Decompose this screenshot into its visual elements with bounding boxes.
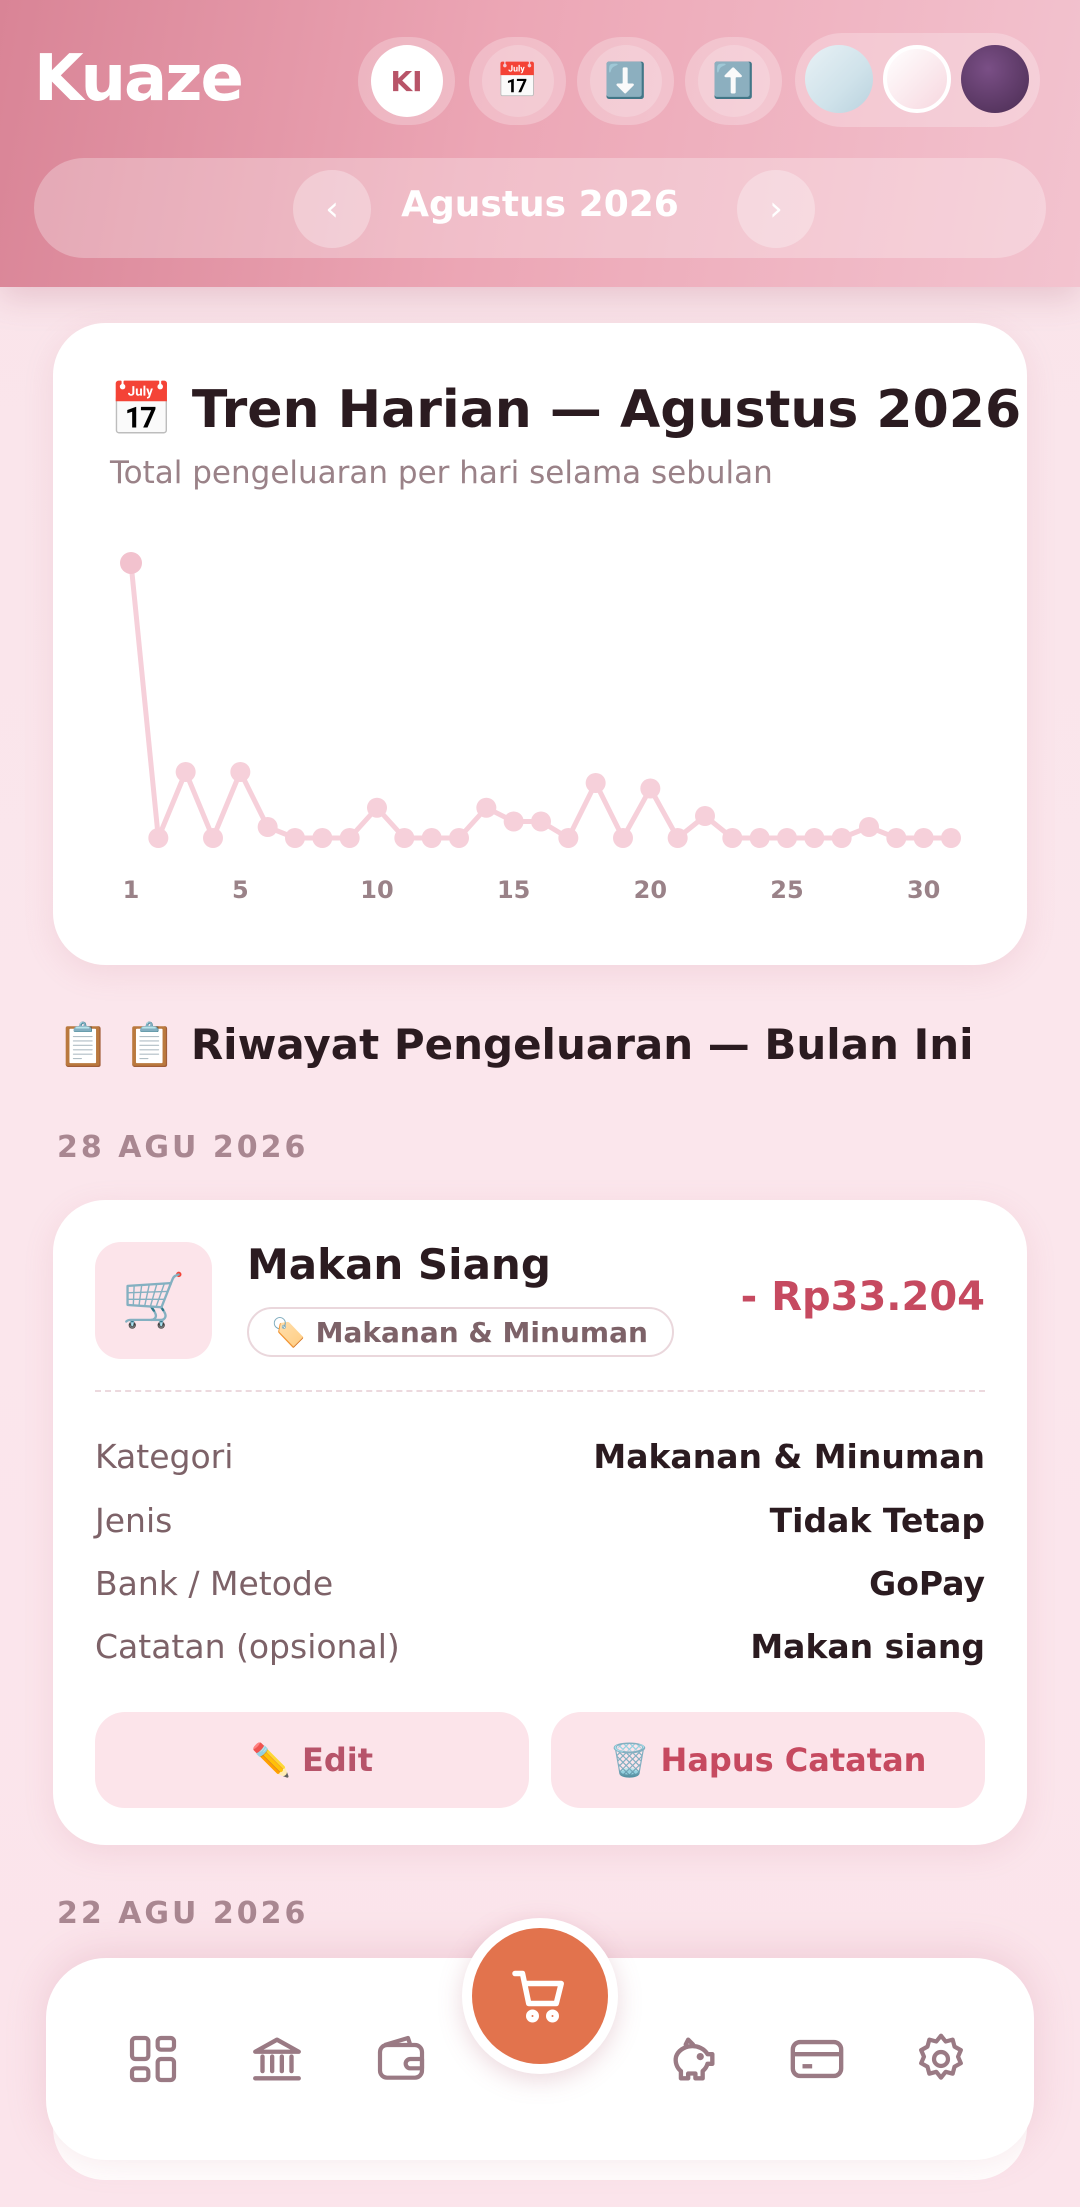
data-point[interactable] bbox=[257, 817, 278, 837]
data-point[interactable] bbox=[503, 811, 524, 832]
data-point[interactable] bbox=[941, 828, 961, 848]
app-logo[interactable]: Kuaze bbox=[34, 42, 244, 116]
app-root: Kuaze KI 📅 ⬇️ ⬆️ ‹ Agustus 2026 › 📅 Tren… bbox=[0, 0, 1080, 2207]
data-point[interactable] bbox=[120, 552, 142, 574]
data-point[interactable] bbox=[421, 828, 442, 848]
detail-row-note: Catatan (opsional) Makan siang bbox=[95, 1627, 985, 1673]
delete-button[interactable]: 🗑️ Hapus Catatan bbox=[551, 1712, 985, 1808]
detail-row-category: Kategori Makanan & Minuman bbox=[95, 1437, 985, 1483]
download-button[interactable]: ⬇️ bbox=[577, 37, 674, 125]
bank-icon[interactable] bbox=[242, 2024, 312, 2094]
data-point[interactable] bbox=[476, 797, 497, 818]
date-group-label: 22 AGU 2026 bbox=[57, 1896, 309, 1931]
detail-value: GoPay bbox=[869, 1564, 985, 1603]
theme-swatch-light-blue[interactable] bbox=[805, 45, 873, 113]
transaction-amount: - Rp33.204 bbox=[740, 1274, 985, 1320]
upload-icon: ⬆️ bbox=[697, 45, 770, 117]
theme-swatch-pink[interactable] bbox=[883, 45, 951, 113]
detail-value: Tidak Tetap bbox=[769, 1501, 985, 1540]
piggy-bank-icon[interactable] bbox=[658, 2024, 728, 2094]
detail-row-method: Bank / Metode GoPay bbox=[95, 1564, 985, 1610]
calendar-button[interactable]: 📅 bbox=[469, 37, 566, 125]
x-tick-label: 10 bbox=[360, 876, 393, 904]
data-point[interactable] bbox=[148, 828, 169, 848]
data-point[interactable] bbox=[667, 828, 688, 848]
data-point[interactable] bbox=[777, 828, 797, 848]
data-point[interactable] bbox=[886, 828, 907, 848]
data-point[interactable] bbox=[339, 828, 360, 848]
download-icon: ⬇️ bbox=[589, 45, 662, 117]
detail-value: Makanan & Minuman bbox=[593, 1437, 985, 1476]
data-point[interactable] bbox=[394, 828, 415, 848]
theme-switcher bbox=[795, 33, 1040, 127]
daily-trend-chart: 1 5 10 15 20 25 30 bbox=[120, 552, 961, 904]
detail-value: Makan siang bbox=[750, 1627, 985, 1666]
data-point[interactable] bbox=[531, 811, 551, 832]
detail-key: Catatan (opsional) bbox=[95, 1627, 400, 1666]
month-label: Agustus 2026 bbox=[401, 184, 679, 225]
data-point[interactable] bbox=[585, 773, 606, 793]
month-navigator: ‹ Agustus 2026 › bbox=[34, 158, 1046, 258]
x-tick-label: 1 bbox=[123, 876, 140, 904]
data-point[interactable] bbox=[859, 817, 879, 837]
cart-icon: 🛒 bbox=[95, 1242, 212, 1359]
detail-row-type: Jenis Tidak Tetap bbox=[95, 1501, 985, 1547]
data-point[interactable] bbox=[640, 778, 661, 799]
divider bbox=[95, 1390, 985, 1392]
data-point[interactable] bbox=[367, 797, 387, 818]
card-icon[interactable] bbox=[782, 2024, 852, 2094]
transaction-name: Makan Siang bbox=[247, 1240, 551, 1289]
dashboard-icon[interactable] bbox=[118, 2024, 188, 2094]
wallet-icon[interactable] bbox=[366, 2024, 436, 2094]
history-section-title: 📋 📋 Riwayat Pengeluaran — Bulan Ini bbox=[57, 1020, 974, 1069]
detail-key: Bank / Metode bbox=[95, 1564, 334, 1603]
transaction-card[interactable]: 🛒 Makan Siang 🏷️ Makanan & Minuman - Rp3… bbox=[53, 1200, 1027, 1845]
data-point[interactable] bbox=[558, 828, 579, 848]
x-tick-label: 20 bbox=[634, 876, 667, 904]
x-tick-label: 5 bbox=[232, 876, 249, 904]
profile-button[interactable]: KI bbox=[358, 37, 455, 125]
data-point[interactable] bbox=[312, 828, 333, 848]
calendar-icon: 📅 bbox=[481, 45, 554, 117]
detail-key: Jenis bbox=[95, 1501, 173, 1540]
data-point[interactable] bbox=[695, 806, 715, 826]
theme-swatch-dark-purple[interactable] bbox=[961, 45, 1029, 113]
daily-trend-card: 📅 Tren Harian — Agustus 2026 Total penge… bbox=[53, 323, 1027, 965]
detail-key: Kategori bbox=[95, 1437, 234, 1476]
category-tag: 🏷️ Makanan & Minuman bbox=[247, 1307, 674, 1357]
data-point[interactable] bbox=[749, 828, 770, 848]
x-tick-label: 15 bbox=[497, 876, 530, 904]
x-tick-label: 25 bbox=[770, 876, 803, 904]
next-month-button[interactable]: › bbox=[737, 170, 815, 248]
data-point[interactable] bbox=[449, 828, 469, 848]
app-header: Kuaze KI 📅 ⬇️ ⬆️ ‹ Agustus 2026 › bbox=[0, 0, 1080, 287]
data-point[interactable] bbox=[722, 828, 743, 848]
data-point[interactable] bbox=[285, 828, 305, 848]
date-group-label: 28 AGU 2026 bbox=[57, 1130, 309, 1165]
avatar: KI bbox=[370, 45, 443, 117]
data-point[interactable] bbox=[913, 828, 934, 848]
settings-icon[interactable] bbox=[906, 2024, 976, 2094]
data-point[interactable] bbox=[804, 828, 825, 848]
data-point[interactable] bbox=[175, 762, 196, 782]
data-point[interactable] bbox=[613, 828, 633, 848]
data-point[interactable] bbox=[230, 762, 251, 782]
cart-icon bbox=[472, 1928, 608, 2064]
edit-button[interactable]: ✏️ Edit bbox=[95, 1712, 529, 1808]
add-expense-button[interactable] bbox=[462, 1918, 618, 2074]
series-line bbox=[128, 562, 951, 841]
data-point[interactable] bbox=[831, 828, 852, 848]
upload-button[interactable]: ⬆️ bbox=[685, 37, 782, 125]
data-point[interactable] bbox=[203, 828, 223, 848]
x-tick-label: 30 bbox=[907, 876, 940, 904]
